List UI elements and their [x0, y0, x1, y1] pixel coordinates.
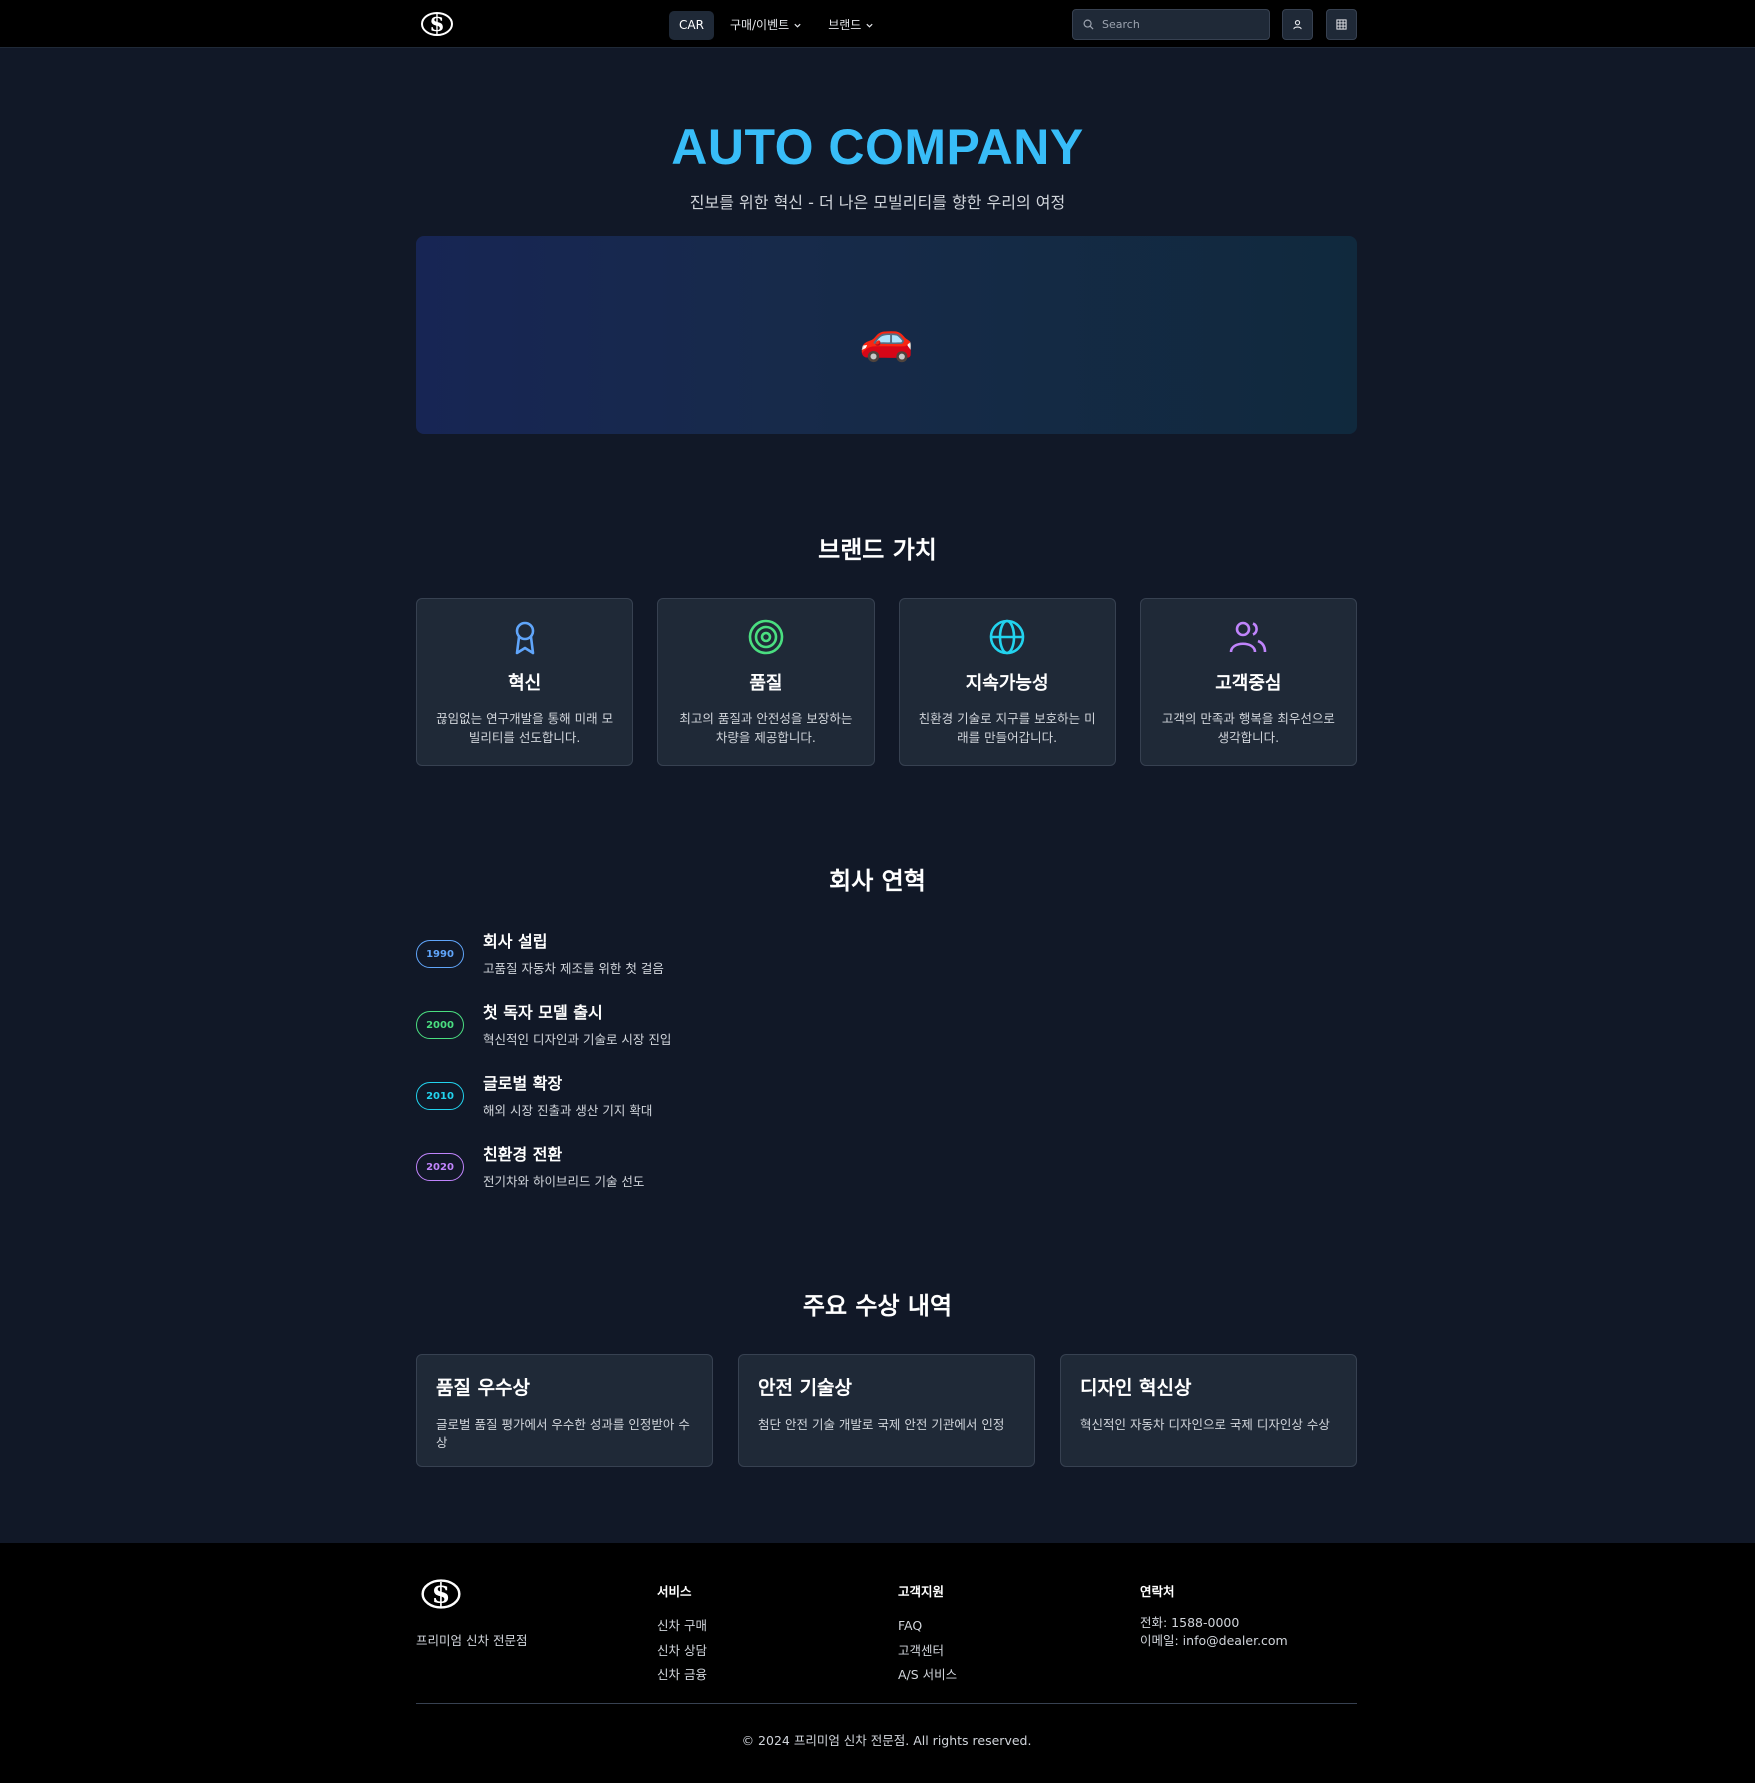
award-title: 안전 기술상 — [758, 1377, 853, 1399]
footer-contact: 연락처 전화: 1588-0000 이메일: info@dealer.com — [1140, 1581, 1288, 1650]
timeline-item: 2000 첫 독자 모델 출시 혁신적인 디자인과 기술로 시장 진입 — [416, 999, 1116, 1070]
history-timeline: 1990 회사 설립 고품질 자동차 제조를 위한 첫 걸음 2000 첫 독자… — [416, 928, 1116, 1212]
award-desc: 첨단 안전 기술 개발로 국제 안전 기관에서 인정 — [758, 1417, 1005, 1432]
awards-grid: 품질 우수상 글로벌 품질 평가에서 우수한 성과를 인정받아 수상 안전 기술… — [416, 1354, 1357, 1467]
footer-link[interactable]: A/S 서비스 — [898, 1663, 957, 1688]
brand-values-title: 브랜드 가치 — [818, 536, 937, 564]
search-icon — [1083, 19, 1094, 30]
timeline-title: 친환경 전환 — [483, 1145, 563, 1164]
footer-support: 고객지원 FAQ 고객센터 A/S 서비스 — [898, 1581, 957, 1688]
timeline-item: 2020 친환경 전환 전기차와 하이브리드 기술 선도 — [416, 1141, 1116, 1212]
grid-menu-button[interactable] — [1326, 9, 1357, 40]
year-badge: 2010 — [416, 1082, 464, 1110]
footer-link[interactable]: FAQ — [898, 1614, 957, 1639]
page-title: AUTO COMPANY — [671, 119, 1084, 175]
timeline-desc: 해외 시장 진출과 생산 기지 확대 — [483, 1103, 653, 1118]
search-input[interactable] — [1102, 18, 1252, 31]
award-icon — [515, 621, 534, 655]
copyright: © 2024 프리미엄 신차 전문점. All rights reserved. — [741, 1733, 1032, 1748]
grid-icon — [1336, 19, 1347, 30]
value-desc: 고객의 만족과 행복을 최우선으로 생각합니다. — [1161, 711, 1335, 745]
user-button[interactable] — [1282, 9, 1313, 40]
site-footer: $ 프리미엄 신차 전문점 서비스 신차 구매 신차 상담 신차 금융 고객지원… — [0, 1543, 1755, 1783]
award-desc: 글로벌 품질 평가에서 우수한 성과를 인정받아 수상 — [436, 1417, 690, 1450]
car-icon: 🚗 — [859, 313, 914, 364]
footer-link[interactable]: 신차 구매 — [657, 1614, 707, 1639]
svg-text:$: $ — [432, 1579, 451, 1610]
footer-services: 서비스 신차 구매 신차 상담 신차 금융 — [657, 1581, 707, 1688]
award-desc: 혁신적인 자동차 디자인으로 국제 디자인상 수상 — [1080, 1417, 1330, 1432]
value-card: 품질 최고의 품질과 안전성을 보장하는 차량을 제공합니다. — [657, 598, 875, 766]
awards-title: 주요 수상 내역 — [802, 1292, 953, 1320]
footer-link[interactable]: 신차 상담 — [657, 1639, 707, 1664]
year-badge: 1990 — [416, 940, 464, 968]
year-badge: 2020 — [416, 1153, 464, 1181]
value-card: 지속가능성 친환경 기술로 지구를 보호하는 미래를 만들어갑니다. — [898, 598, 1116, 766]
search-box[interactable] — [1072, 9, 1270, 40]
main-menu: CAR 구매/이벤트 브랜드 — [669, 10, 884, 40]
value-title: 품질 — [749, 673, 783, 694]
chevron-down-icon — [866, 23, 873, 28]
contact-phone: 전화: 1588-0000 — [1140, 1615, 1240, 1630]
brand-values-grid: 혁신 끊임없는 연구개발을 통해 미래 모빌리티를 선도합니다. 품질 최고의 … — [416, 598, 1357, 766]
value-title: 혁신 — [508, 673, 542, 694]
contact-email: 이메일: info@dealer.com — [1140, 1633, 1288, 1648]
menu-item-brand[interactable]: 브랜드 — [818, 11, 884, 40]
award-card: 안전 기술상 첨단 안전 기술 개발로 국제 안전 기관에서 인정 — [738, 1354, 1035, 1467]
timeline-desc: 혁신적인 디자인과 기술로 시장 진입 — [483, 1032, 672, 1047]
dollar-crest-logo[interactable]: $ — [419, 1575, 463, 1613]
hero-banner: 🚗 — [416, 236, 1357, 434]
timeline-title: 회사 설립 — [483, 932, 548, 951]
footer-link[interactable]: 신차 금융 — [657, 1663, 707, 1688]
target-icon — [748, 619, 784, 655]
value-desc: 끊임없는 연구개발을 통해 미래 모빌리티를 선도합니다. — [436, 711, 614, 745]
timeline-title: 글로벌 확장 — [483, 1074, 563, 1093]
value-desc: 최고의 품질과 안전성을 보장하는 차량을 제공합니다. — [679, 711, 853, 745]
svg-text:$: $ — [429, 11, 444, 37]
value-title: 고객중심 — [1215, 673, 1282, 694]
timeline-desc: 전기차와 하이브리드 기술 선도 — [483, 1174, 645, 1189]
award-title: 디자인 혁신상 — [1080, 1377, 1192, 1399]
globe-icon — [989, 619, 1025, 655]
value-card: 혁신 끊임없는 연구개발을 통해 미래 모빌리티를 선도합니다. — [416, 598, 634, 766]
chevron-down-icon — [794, 23, 801, 28]
year-badge: 2000 — [416, 1011, 464, 1039]
footer-col-title: 서비스 — [657, 1584, 692, 1599]
footer-tagline: 프리미엄 신차 전문점 — [416, 1633, 528, 1648]
dollar-crest-logo[interactable]: $ — [419, 9, 455, 39]
timeline-desc: 고품질 자동차 제조를 위한 첫 걸음 — [483, 961, 664, 976]
value-desc: 친환경 기술로 지구를 보호하는 미래를 만들어갑니다. — [918, 711, 1096, 745]
award-title: 품질 우수상 — [436, 1377, 531, 1399]
user-icon — [1293, 20, 1302, 30]
award-card: 품질 우수상 글로벌 품질 평가에서 우수한 성과를 인정받아 수상 — [416, 1354, 713, 1467]
timeline-title: 첫 독자 모델 출시 — [483, 1003, 603, 1022]
footer-divider — [416, 1703, 1357, 1704]
footer-link[interactable]: 고객센터 — [898, 1639, 957, 1664]
footer-col-title: 연락처 — [1140, 1584, 1175, 1599]
top-navbar: $ CAR 구매/이벤트 브랜드 — [0, 0, 1755, 48]
timeline-item: 2010 글로벌 확장 해외 시장 진출과 생산 기지 확대 — [416, 1070, 1116, 1141]
footer-col-title: 고객지원 — [898, 1584, 945, 1599]
history-title: 회사 연혁 — [829, 867, 926, 895]
value-card: 고객중심 고객의 만족과 행복을 최우선으로 생각합니다. — [1139, 598, 1357, 766]
award-card: 디자인 혁신상 혁신적인 자동차 디자인으로 국제 디자인상 수상 — [1060, 1354, 1357, 1467]
page-subtitle: 진보를 위한 혁신 - 더 나은 모빌리티를 향한 우리의 여정 — [689, 193, 1066, 212]
value-title: 지속가능성 — [965, 673, 1049, 694]
users-icon — [1230, 621, 1267, 653]
menu-item-purchase-events[interactable]: 구매/이벤트 — [720, 11, 812, 40]
menu-item-car[interactable]: CAR — [669, 10, 714, 40]
timeline-item: 1990 회사 설립 고품질 자동차 제조를 위한 첫 걸음 — [416, 928, 1116, 999]
